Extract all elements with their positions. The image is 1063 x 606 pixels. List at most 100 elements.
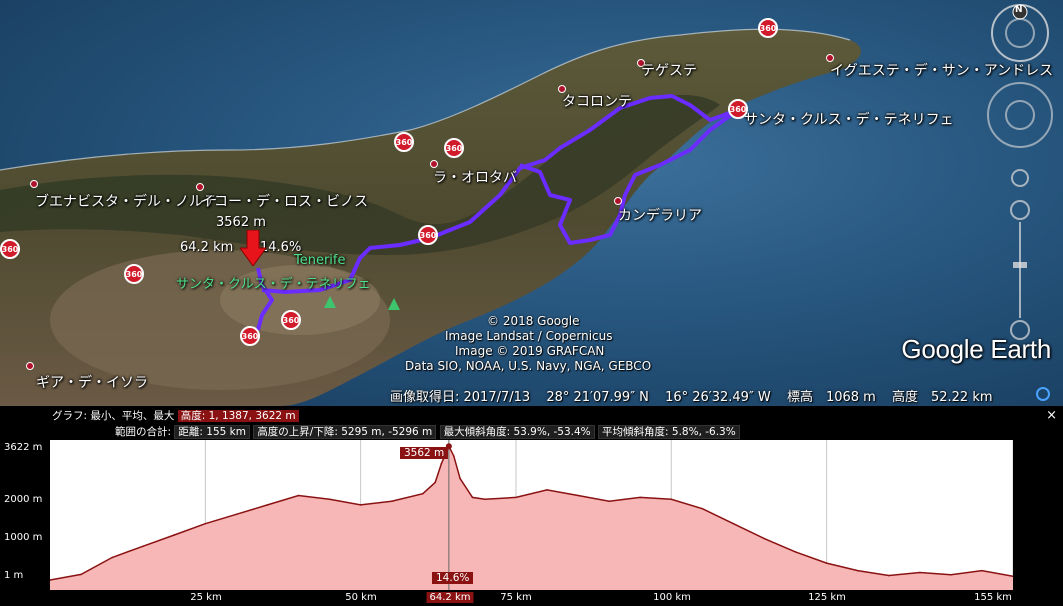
marker-elevation: 3562 m (216, 215, 266, 230)
navigation-controls[interactable]: N (984, 0, 1060, 350)
elevation-point (440, 462, 443, 465)
street-view-360-icon[interactable]: 360 (728, 99, 748, 119)
x-cursor-distance: 64.2 km (426, 592, 474, 603)
place-marker[interactable] (30, 180, 38, 188)
north-label: N (1015, 5, 1023, 15)
elevation-point (484, 498, 486, 501)
elevation-point (173, 534, 176, 536)
elevation-point (546, 489, 548, 491)
elevation-point (266, 504, 269, 506)
elevation-point (577, 494, 579, 497)
cursor-elevation-badge: 3562 m (400, 447, 449, 459)
elevation-point (390, 500, 393, 502)
zoom-in-icon (1010, 200, 1030, 220)
street-view-360-icon[interactable]: 360 (418, 225, 438, 245)
elevation-point (794, 551, 797, 553)
street-view-360-icon[interactable]: 360 (0, 239, 20, 259)
elevation-point (453, 455, 455, 457)
place-marker[interactable] (614, 197, 622, 205)
place-label-guia-de-isora: ギア・デ・イソラ (36, 375, 148, 391)
range-summary: 範囲の合計: 距離: 155 km 高度の上昇/下降: 5295 m, -529… (115, 424, 740, 439)
elevation-point (887, 574, 890, 577)
street-view-pegman-icon (1011, 169, 1029, 187)
credit-line: Image © 2019 GRAFCAN (455, 344, 605, 358)
graph-summary: グラフ: 最小、平均、最大 高度: 1, 1387, 3622 m (52, 408, 299, 423)
elevation-point (608, 500, 610, 502)
elevation-point (732, 522, 735, 525)
x-tick: 100 km (653, 592, 691, 603)
elevation-point (950, 573, 952, 576)
look-joystick-icon (1005, 18, 1035, 48)
elevation-point (459, 477, 461, 480)
place-marker[interactable] (26, 362, 34, 370)
elevation-point (639, 496, 642, 499)
elevation-point (204, 522, 207, 525)
street-view-360-icon[interactable]: 360 (281, 310, 301, 330)
elevation-profile-panel: グラフ: 最小、平均、最大 高度: 1, 1387, 3622 m 範囲の合計:… (0, 406, 1063, 606)
range-gain-loss: 高度の上昇/下降: 5295 m, -5296 m (253, 425, 437, 439)
elevation-chart-svg (49, 440, 1014, 590)
y-tick: 2000 m (4, 494, 43, 505)
x-tick: 75 km (500, 592, 532, 603)
credit-line: © 2018 Google (487, 314, 580, 328)
range-distance: 距離: 155 km (174, 425, 250, 439)
close-profile-button[interactable]: × (1046, 408, 1057, 423)
elevation-point (297, 494, 300, 497)
imagery-date: 画像取得日: 2017/7/13 (390, 390, 531, 405)
elevation-point (515, 496, 517, 499)
elevation-point (919, 571, 921, 574)
x-tick: 155 km (974, 592, 1012, 603)
street-view-360-icon[interactable]: 360 (124, 264, 144, 284)
elevation-point (701, 507, 704, 510)
y-tick: 3622 m (4, 442, 43, 453)
elevation-chart[interactable] (49, 440, 1014, 590)
eye-altitude: 高度 52.22 km (891, 390, 993, 405)
credit-line: Data SIO, NOAA, U.S. Navy, NGA, GEBCO (405, 359, 652, 373)
street-view-360-icon[interactable]: 360 (394, 132, 414, 152)
x-tick: 50 km (345, 592, 377, 603)
place-label-santa-cruz: サンタ・クルス・デ・テネリフェ (744, 112, 954, 128)
graph-label: グラフ: 最小、平均、最大 (52, 410, 175, 422)
y-tick: 1 m (4, 570, 24, 581)
municipality-label: サンタ・クルス・デ・テネリフェ (176, 277, 371, 292)
place-label-candelaria: カンデラリア (618, 208, 702, 224)
range-label: 範囲の合計: (115, 426, 172, 438)
place-label-tacoronte: タコロンテ (562, 94, 632, 110)
y-tick: 1000 m (4, 532, 43, 543)
credit-line: Image Landsat / Copernicus (445, 329, 613, 343)
place-label-la-orotava: ラ・オロタバ (433, 170, 517, 186)
graph-values: 高度: 1, 1387, 3622 m (177, 410, 299, 422)
elevation-area (50, 446, 1013, 590)
street-view-360-icon[interactable]: 360 (444, 138, 464, 158)
elevation-point (434, 481, 437, 484)
map-view[interactable]: テゲステ イグエステ・デ・サン・アンドレス タコロンテ サンタ・クルス・デ・テネ… (0, 0, 1063, 406)
elevation-point (359, 504, 362, 506)
loading-indicator-icon (1036, 387, 1050, 401)
move-joystick-icon (987, 82, 1053, 148)
position-arrow-icon (240, 230, 266, 266)
terrain-elevation: 標高 1068 m (786, 390, 876, 405)
elevation-point (142, 545, 144, 548)
cursor-slope-badge: 14.6% (432, 572, 474, 584)
place-label-buenavista: ブエナビスタ・デル・ノルテ (35, 194, 217, 210)
elevation-point (825, 562, 828, 564)
elevation-point (80, 573, 82, 576)
range-avg-slope: 平均傾斜角度: 5.8%, -6.3% (598, 425, 740, 439)
elevation-point (670, 498, 673, 501)
status-bar: 画像取得日: 2017/7/13 28° 21′07.99″ N 16° 26′… (390, 386, 1005, 405)
place-marker[interactable] (196, 183, 204, 191)
place-label-tegueste: テゲステ (641, 63, 697, 79)
elevation-point (421, 492, 424, 495)
elevation-point (763, 537, 766, 540)
place-label-icod: イコー・デ・ロス・ビノス (200, 194, 368, 210)
elevation-point (471, 496, 474, 499)
island-label: Tenerife (294, 253, 346, 268)
x-tick: 25 km (190, 592, 222, 603)
latitude: 28° 21′07.99″ N (546, 390, 649, 405)
street-view-360-icon[interactable]: 360 (758, 18, 778, 38)
longitude: 16° 26′32.49″ W (665, 390, 771, 405)
marker-distance: 64.2 km (180, 240, 234, 255)
x-tick: 125 km (808, 592, 846, 603)
elevation-point (235, 513, 238, 516)
street-view-360-icon[interactable]: 360 (240, 326, 260, 346)
